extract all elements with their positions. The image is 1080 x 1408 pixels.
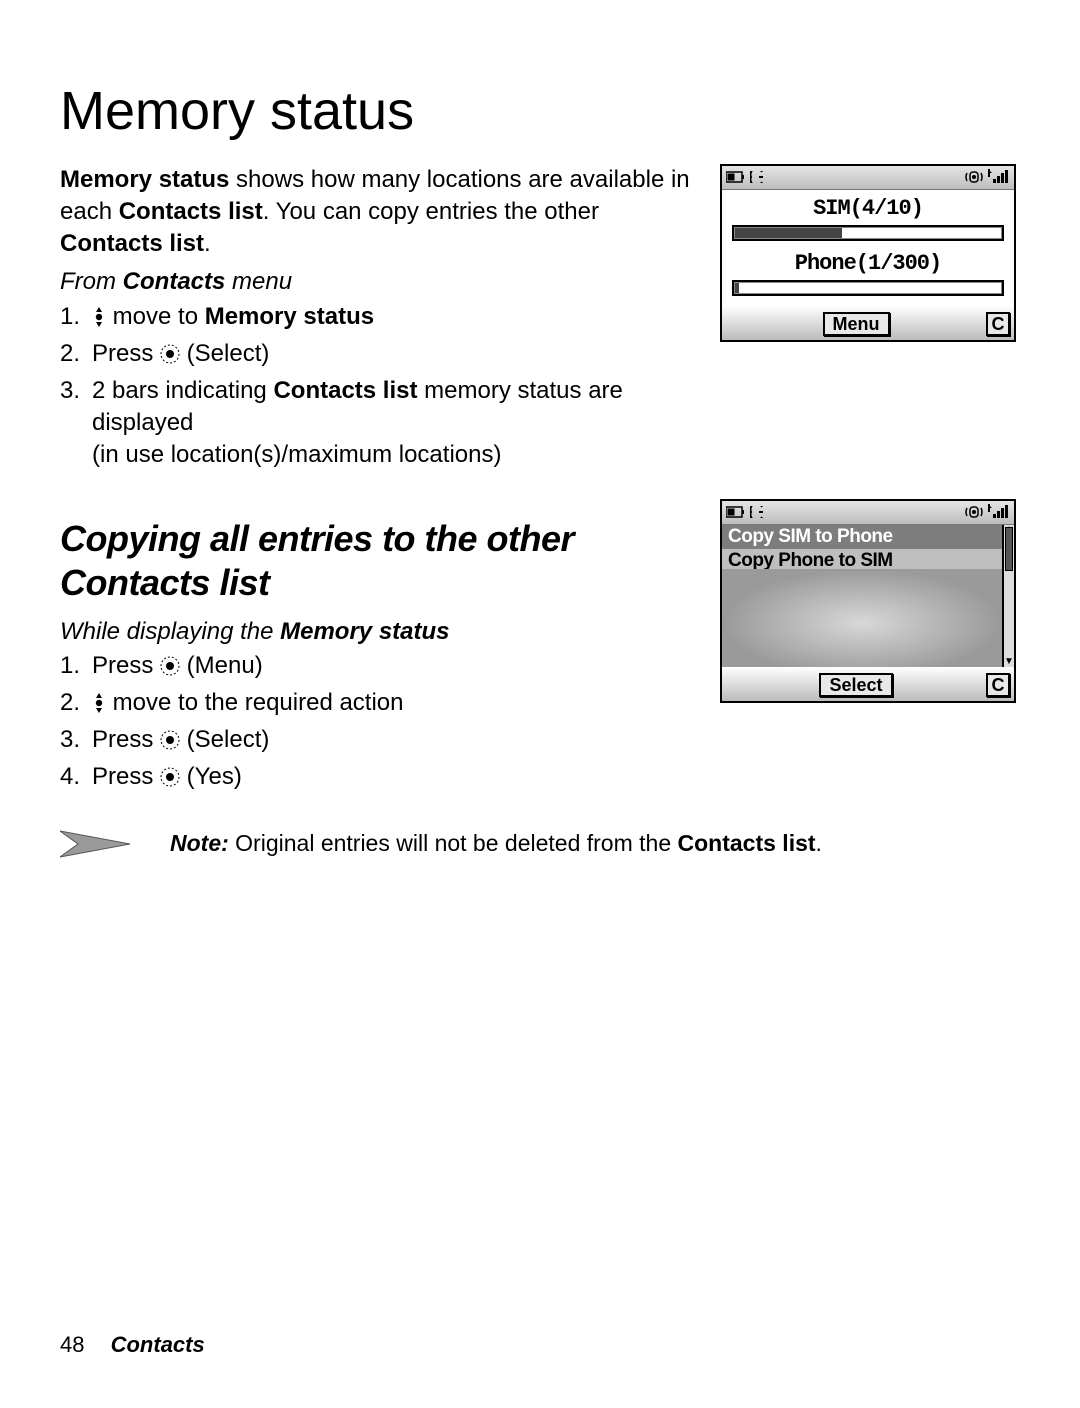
step3-text-d: (in use location(s)/maximum locations) (92, 441, 501, 468)
step2-text-b: (Select) (180, 340, 269, 367)
sim-progress-bar (732, 225, 1004, 241)
section-copy-title: Copying all entries to the other Contact… (60, 517, 702, 603)
step1-text-b: Memory status (205, 303, 374, 330)
section-memory-status: Memory status shows how many locations a… (60, 164, 1020, 473)
center-button-icon (160, 653, 180, 685)
phone2-softbar: Select C (722, 667, 1014, 701)
copy-step-2: move to the required action (60, 687, 702, 722)
sim-label: SIM(4/10) (730, 196, 1006, 221)
menu-item-copy-sim-to-phone[interactable]: Copy SIM to Phone (722, 525, 1002, 549)
cstep1-a: Press (92, 652, 160, 679)
intro-text-3: . (204, 230, 211, 257)
steps-copy-entries: Press (Menu) move to the required action… (60, 650, 702, 797)
vibrate-icon (964, 170, 984, 186)
cstep1-b: (Menu) (180, 652, 263, 679)
cstep4-a: Press (92, 763, 160, 790)
center-button-icon (160, 727, 180, 759)
intro-text-2: . You can copy entries the other (263, 198, 599, 225)
copy-step-3: Press (Select) (60, 724, 702, 759)
phone1-c-button[interactable]: C (986, 312, 1010, 336)
while-displaying-subhead: While displaying the Memory status (60, 616, 702, 648)
sub2-bold: Memory status (280, 618, 449, 645)
phone-screenshot-copy: Copy SIM to Phone Copy Phone to SIM ▲ ▼ … (720, 499, 1020, 798)
note-text: Note: Original entries will not be delet… (170, 830, 822, 857)
sub1-prefix: From (60, 268, 123, 295)
phone2-scrollbar[interactable]: ▲ ▼ (1002, 525, 1014, 667)
copy-entries-text: Copying all entries to the other Contact… (60, 499, 702, 798)
step1-text-a: move to (106, 303, 205, 330)
center-button-icon (160, 764, 180, 796)
gprs-icon (750, 505, 764, 521)
page-number: 48 (60, 1332, 84, 1357)
phone2-statusbar (722, 501, 1014, 525)
phone-progress-bar (732, 280, 1004, 296)
step-3: 2 bars indicating Contacts list memory s… (60, 375, 702, 471)
cstep4-b: (Yes) (180, 763, 242, 790)
copy-step-1: Press (Menu) (60, 650, 702, 685)
phone2-select-button[interactable]: Select (819, 673, 892, 697)
copy-step-4: Press (Yes) (60, 761, 702, 796)
phone1-body: SIM(4/10) Phone(1/300) (722, 190, 1014, 296)
intro-bold-3: Contacts list (60, 230, 204, 257)
step3-text-b: Contacts list (273, 377, 417, 404)
sim-progress-fill (735, 228, 842, 238)
cstep3-a: Press (92, 726, 160, 753)
phone2-body: Copy SIM to Phone Copy Phone to SIM ▲ ▼ (722, 525, 1014, 667)
nav-updown-icon (92, 690, 106, 722)
note-bold: Contacts list (678, 830, 816, 856)
sub2-prefix: While displaying the (60, 618, 280, 645)
phone-label: Phone(1/300) (730, 251, 1006, 276)
vibrate-icon (964, 505, 984, 521)
gprs-icon (750, 170, 764, 186)
battery-icon (726, 505, 746, 521)
phone-mock-2: Copy SIM to Phone Copy Phone to SIM ▲ ▼ … (720, 499, 1016, 703)
sub1-suffix: menu (225, 268, 292, 295)
step2-text-a: Press (92, 340, 160, 367)
cstep2-text: move to the required action (106, 689, 404, 716)
steps-memory-status: move to Memory status Press (Select) 2 b… (60, 301, 702, 472)
nav-updown-icon (92, 304, 106, 336)
wallpaper-icon (722, 569, 1002, 667)
scroll-thumb[interactable] (1005, 527, 1013, 571)
scroll-down-icon: ▼ (1004, 657, 1014, 667)
intro-paragraph: Memory status shows how many locations a… (60, 164, 702, 260)
phone-progress-fill (735, 283, 739, 293)
signal-icon (988, 504, 1010, 521)
phone1-menu-button[interactable]: Menu (823, 312, 890, 336)
phone1-softbar: Menu C (722, 306, 1014, 340)
step3-text-a: 2 bars indicating (92, 377, 273, 404)
step-1: move to Memory status (60, 301, 702, 336)
sub1-bold: Contacts (123, 268, 226, 295)
intro-bold-2: Contacts list (119, 198, 263, 225)
footer-section: Contacts (111, 1332, 205, 1357)
from-contacts-subhead: From Contacts menu (60, 266, 702, 298)
note-lead: Note: (170, 830, 229, 856)
phone2-c-button[interactable]: C (986, 673, 1010, 697)
intro-lead: Memory status (60, 166, 229, 193)
cstep3-b: (Select) (180, 726, 269, 753)
page-footer: 48 Contacts (60, 1332, 205, 1358)
phone-screenshot-memory: SIM(4/10) Phone(1/300) Menu C (720, 164, 1020, 473)
phone-mock-1: SIM(4/10) Phone(1/300) Menu C (720, 164, 1016, 342)
note-arrow-icon (60, 825, 140, 863)
signal-icon (988, 169, 1010, 186)
page-title: Memory status (60, 80, 1020, 142)
note-row: Note: Original entries will not be delet… (60, 825, 1020, 863)
note-body: Original entries will not be deleted fro… (229, 830, 678, 856)
memory-status-text: Memory status shows how many locations a… (60, 164, 702, 473)
center-button-icon (160, 341, 180, 373)
section-copy-entries: Copying all entries to the other Contact… (60, 499, 1020, 798)
battery-icon (726, 170, 746, 186)
phone1-statusbar (722, 166, 1014, 190)
note-tail: . (816, 830, 822, 856)
step-2: Press (Select) (60, 338, 702, 373)
